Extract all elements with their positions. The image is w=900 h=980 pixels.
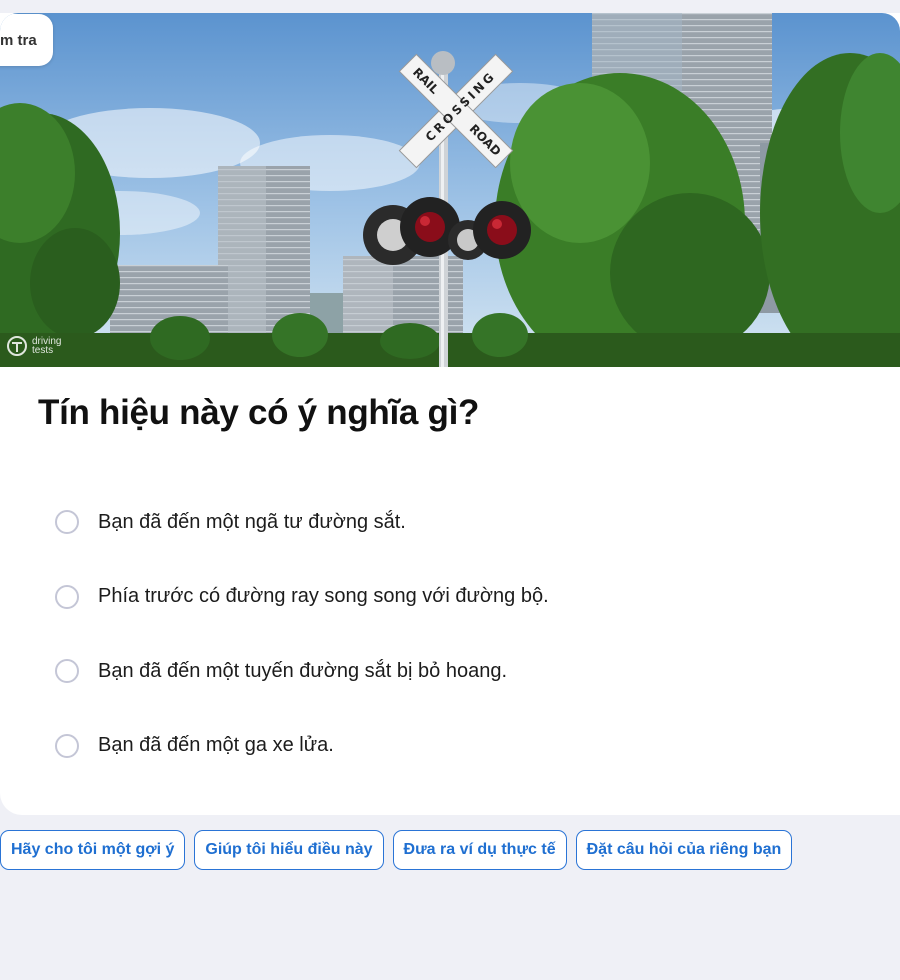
answer-option[interactable]: Bạn đã đến một ga xe lửa.	[55, 709, 549, 784]
signal-light-right	[473, 201, 531, 259]
ask-own-question-button[interactable]: Đặt câu hỏi của riêng bạn	[575, 830, 793, 870]
help-actions: Hãy cho tôi một gợi ý Giúp tôi hiểu điều…	[0, 830, 793, 870]
driving-tests-logo: driving tests	[6, 335, 61, 357]
radio-button[interactable]	[55, 733, 79, 758]
answer-option[interactable]: Bạn đã đến một tuyến đường sắt bị bỏ hoa…	[55, 634, 549, 709]
answer-option-label: Bạn đã đến một ga xe lửa.	[98, 734, 334, 757]
railroad-crossing-illustration: RAIL ROAD CROSSING	[0, 13, 900, 367]
radio-button[interactable]	[55, 584, 79, 609]
test-tag: m tra	[0, 14, 53, 66]
question-image: RAIL ROAD CROSSING m tra driving tests	[0, 13, 900, 367]
test-tag-label: m tra	[0, 31, 37, 49]
answer-option[interactable]: Phía trước có đường ray song song với đư…	[55, 560, 549, 635]
radio-button[interactable]	[55, 510, 79, 535]
question-card: RAIL ROAD CROSSING m tra driving tests T…	[0, 13, 900, 815]
answer-options: Bạn đã đến một ngã tư đường sắt. Phía tr…	[55, 485, 549, 783]
question-title: Tín hiệu này có ý nghĩa gì?	[38, 393, 480, 432]
logo-text-2: tests	[32, 345, 54, 356]
answer-option-label: Phía trước có đường ray song song với đư…	[98, 585, 549, 608]
answer-option-label: Bạn đã đến một tuyến đường sắt bị bỏ hoa…	[98, 659, 508, 682]
radio-button[interactable]	[55, 659, 79, 684]
logo-icon	[7, 336, 27, 356]
explain-button[interactable]: Giúp tôi hiểu điều này	[194, 830, 384, 870]
hint-button[interactable]: Hãy cho tôi một gợi ý	[0, 830, 186, 870]
answer-option[interactable]: Bạn đã đến một ngã tư đường sắt.	[55, 485, 549, 560]
answer-option-label: Bạn đã đến một ngã tư đường sắt.	[98, 510, 406, 533]
real-example-button[interactable]: Đưa ra ví dụ thực tế	[392, 830, 567, 870]
